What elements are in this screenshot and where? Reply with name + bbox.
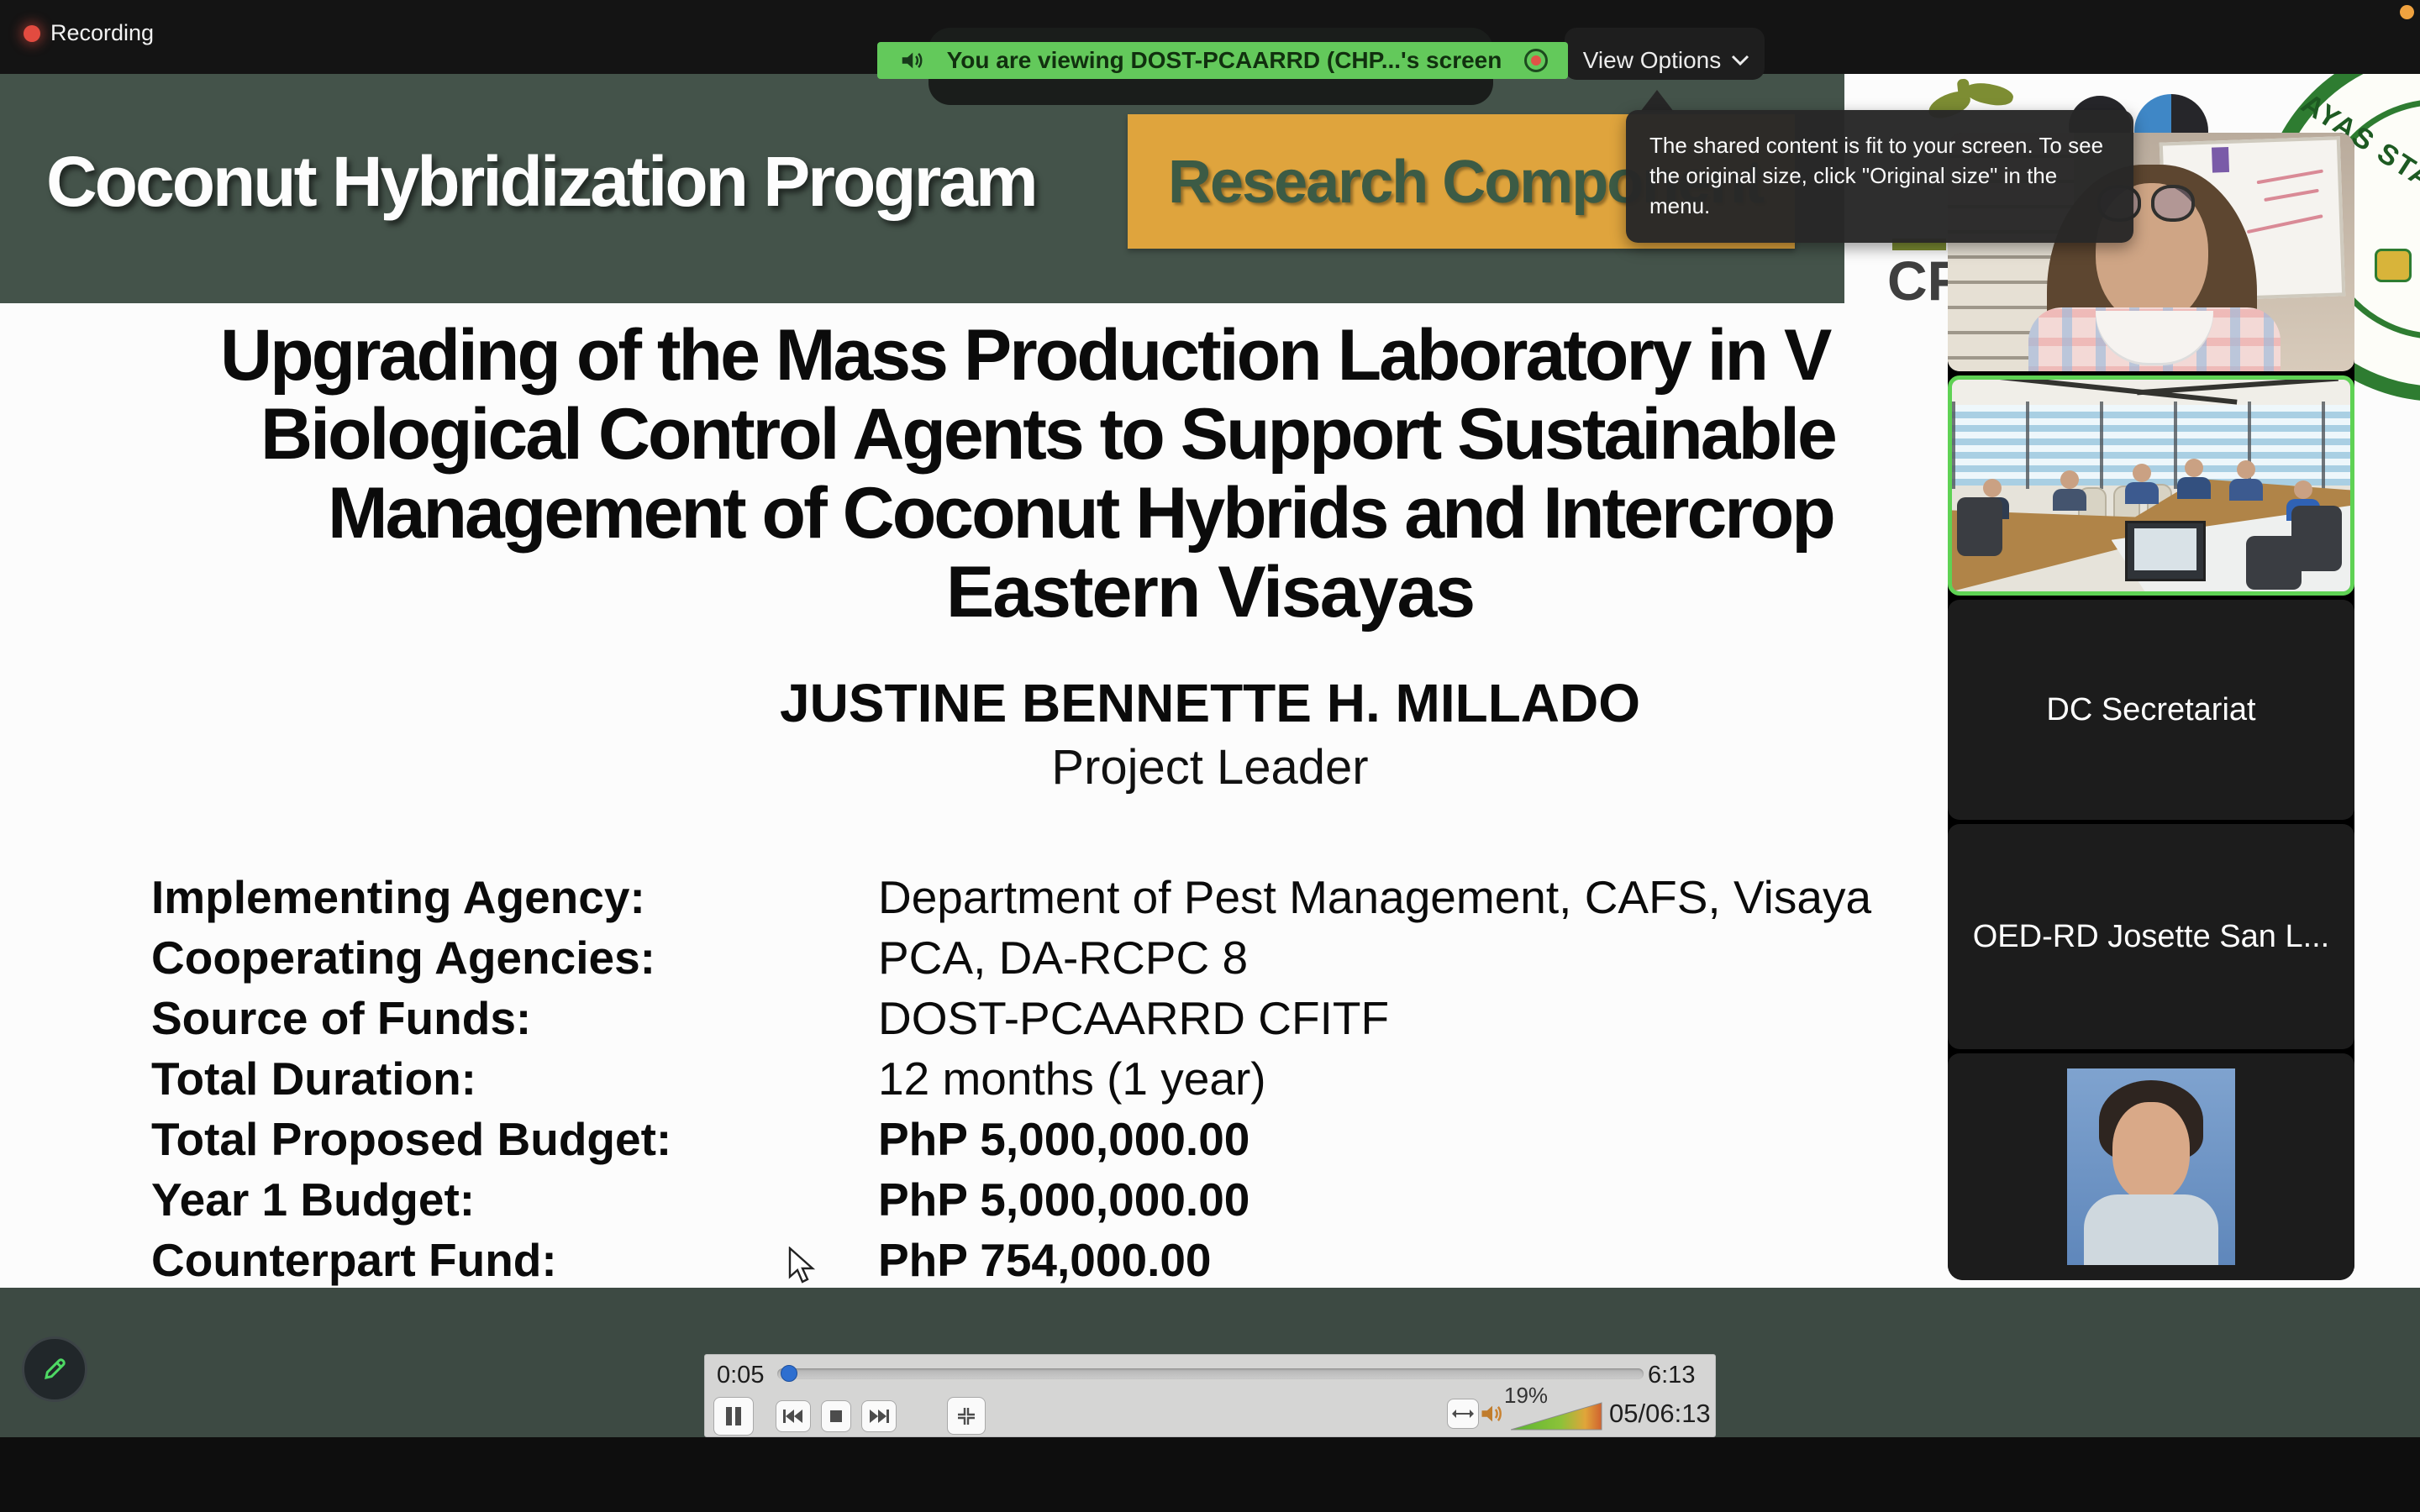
playback-control-bar: 0:05 6:13 xyxy=(704,1354,1716,1437)
presenter-role: Project Leader xyxy=(1051,739,1368,795)
video-tile-conference-room-active-speaker[interactable] xyxy=(1948,375,2354,596)
tooltip-line: the original size, click "Original size"… xyxy=(1649,160,2110,191)
skip-start-icon xyxy=(782,1408,804,1425)
participant-name: DC Secretariat xyxy=(2046,692,2255,728)
recording-indicator: Recording xyxy=(24,20,154,46)
detail-label: Counterpart Fund: xyxy=(151,1233,557,1287)
detail-label: Total Proposed Budget: xyxy=(151,1112,671,1166)
slide-title-line3: Management of Coconut Hybrids and Interc… xyxy=(328,472,1833,555)
stop-button[interactable] xyxy=(821,1400,851,1432)
screen-share-banner-text: You are viewing DOST-PCAARRD (CHP...'s s… xyxy=(924,47,1524,74)
pause-icon xyxy=(723,1405,744,1427)
detail-value: Department of Pest Management, CAFS, Vis… xyxy=(878,870,1871,924)
detail-label: Implementing Agency: xyxy=(151,870,645,924)
video-tile-profile-photo[interactable] xyxy=(1948,1053,2354,1280)
detail-label: Total Duration: xyxy=(151,1052,476,1105)
slide-title-line2: Biological Control Agents to Support Sus… xyxy=(260,393,1835,476)
time-counter: 05/06:13 xyxy=(1609,1399,1711,1429)
detail-value: PhP 5,000,000.00 xyxy=(878,1112,1249,1166)
presenter-name: JUSTINE BENNETTE H. MILLADO xyxy=(780,672,1640,734)
record-indicator-icon[interactable] xyxy=(1524,49,1548,72)
pause-button[interactable] xyxy=(713,1397,754,1436)
mouse-cursor-icon xyxy=(788,1247,817,1285)
tooltip-line: The shared content is fit to your screen… xyxy=(1649,130,2110,160)
fit-screen-icon xyxy=(955,1405,977,1427)
audio-speaker-icon xyxy=(899,48,924,73)
volume-slider[interactable] xyxy=(1511,1401,1603,1431)
detail-value: PhP 754,000.00 xyxy=(878,1233,1212,1287)
skip-end-icon xyxy=(868,1408,890,1425)
volume-speaker-icon[interactable] xyxy=(1480,1400,1505,1427)
stop-icon xyxy=(829,1409,844,1424)
recording-label: Recording xyxy=(50,20,154,46)
elapsed-time: 0:05 xyxy=(717,1362,764,1389)
slide-title-line1: Upgrading of the Mass Production Laborat… xyxy=(220,314,1829,397)
conference-room-video xyxy=(1952,380,2350,591)
view-options-label: View Options xyxy=(1583,47,1721,74)
participants-video-panel: DC Secretariat OED-RD Josette San L... xyxy=(1948,133,2354,1280)
fit-to-window-button[interactable] xyxy=(947,1397,986,1435)
resize-horizontal-icon xyxy=(1452,1408,1474,1420)
tooltip-line: menu. xyxy=(1649,191,2110,221)
status-dot-icon xyxy=(2400,5,2414,19)
pencil-icon xyxy=(38,1352,71,1386)
detail-label: Source of Funds: xyxy=(151,991,531,1045)
fit-to-screen-tooltip: The shared content is fit to your screen… xyxy=(1626,110,2133,243)
resize-horizontal-button[interactable] xyxy=(1447,1399,1479,1429)
chevron-down-icon xyxy=(1731,55,1749,66)
screen-share-banner: You are viewing DOST-PCAARRD (CHP...'s s… xyxy=(877,42,1568,79)
program-title: Coconut Hybridization Program xyxy=(46,141,1036,223)
detail-label: Year 1 Budget: xyxy=(151,1173,475,1226)
skip-to-start-button[interactable] xyxy=(776,1400,811,1432)
participant-name: OED-RD Josette San L... xyxy=(1973,919,2330,955)
detail-value: PhP 5,000,000.00 xyxy=(878,1173,1249,1226)
video-tile-oed-rd-josette[interactable]: OED-RD Josette San L... xyxy=(1948,824,2354,1049)
seek-handle[interactable] xyxy=(781,1365,797,1382)
slide-title-line4: Eastern Visayas xyxy=(946,551,1474,634)
avatar xyxy=(2067,1068,2235,1265)
seek-bar[interactable] xyxy=(777,1368,1644,1379)
bottom-black-strip xyxy=(0,1437,2420,1512)
video-tile-dc-secretariat[interactable]: DC Secretariat xyxy=(1948,600,2354,820)
detail-value: PCA, DA-RCPC 8 xyxy=(878,931,1248,984)
detail-value: DOST-PCAARRD CFITF xyxy=(878,991,1389,1045)
detail-label: Cooperating Agencies: xyxy=(151,931,655,984)
view-options-button[interactable]: View Options xyxy=(1580,42,1753,79)
skip-to-end-button[interactable] xyxy=(861,1400,897,1432)
annotate-button[interactable] xyxy=(22,1336,87,1402)
total-duration: 6:13 xyxy=(1648,1362,1695,1389)
detail-value: 12 months (1 year) xyxy=(878,1052,1266,1105)
recording-dot-icon xyxy=(24,25,40,42)
tooltip-arrow xyxy=(1640,90,1674,112)
